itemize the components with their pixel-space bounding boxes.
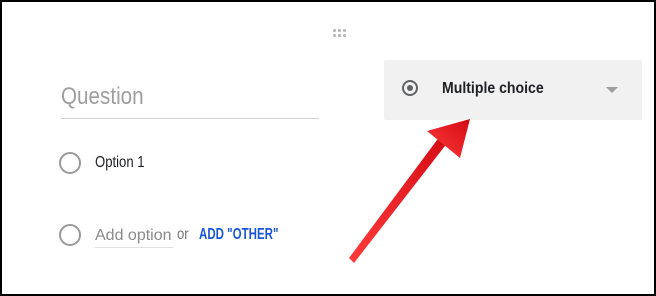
radio-button-checked-icon <box>402 80 418 96</box>
option-row: Option 1 <box>59 149 259 179</box>
question-type-label: Multiple choice <box>442 80 544 97</box>
radio-button-unchecked-icon <box>59 224 81 246</box>
question-field <box>61 80 319 119</box>
add-option-input[interactable] <box>95 225 173 248</box>
option-label[interactable]: Option 1 <box>95 154 145 172</box>
drag-handle-icon[interactable] <box>333 29 349 41</box>
or-text: or <box>177 226 189 243</box>
radio-button-unchecked-icon[interactable] <box>59 152 81 174</box>
question-card: Multiple choice Option 1 or ADD "OTHER" <box>0 0 656 296</box>
add-other-button[interactable]: ADD "OTHER" <box>199 226 278 244</box>
question-input[interactable] <box>61 82 283 112</box>
add-option-row: or ADD "OTHER" <box>59 221 359 251</box>
caret-down-icon <box>606 87 618 93</box>
question-type-dropdown[interactable]: Multiple choice <box>384 60 642 120</box>
